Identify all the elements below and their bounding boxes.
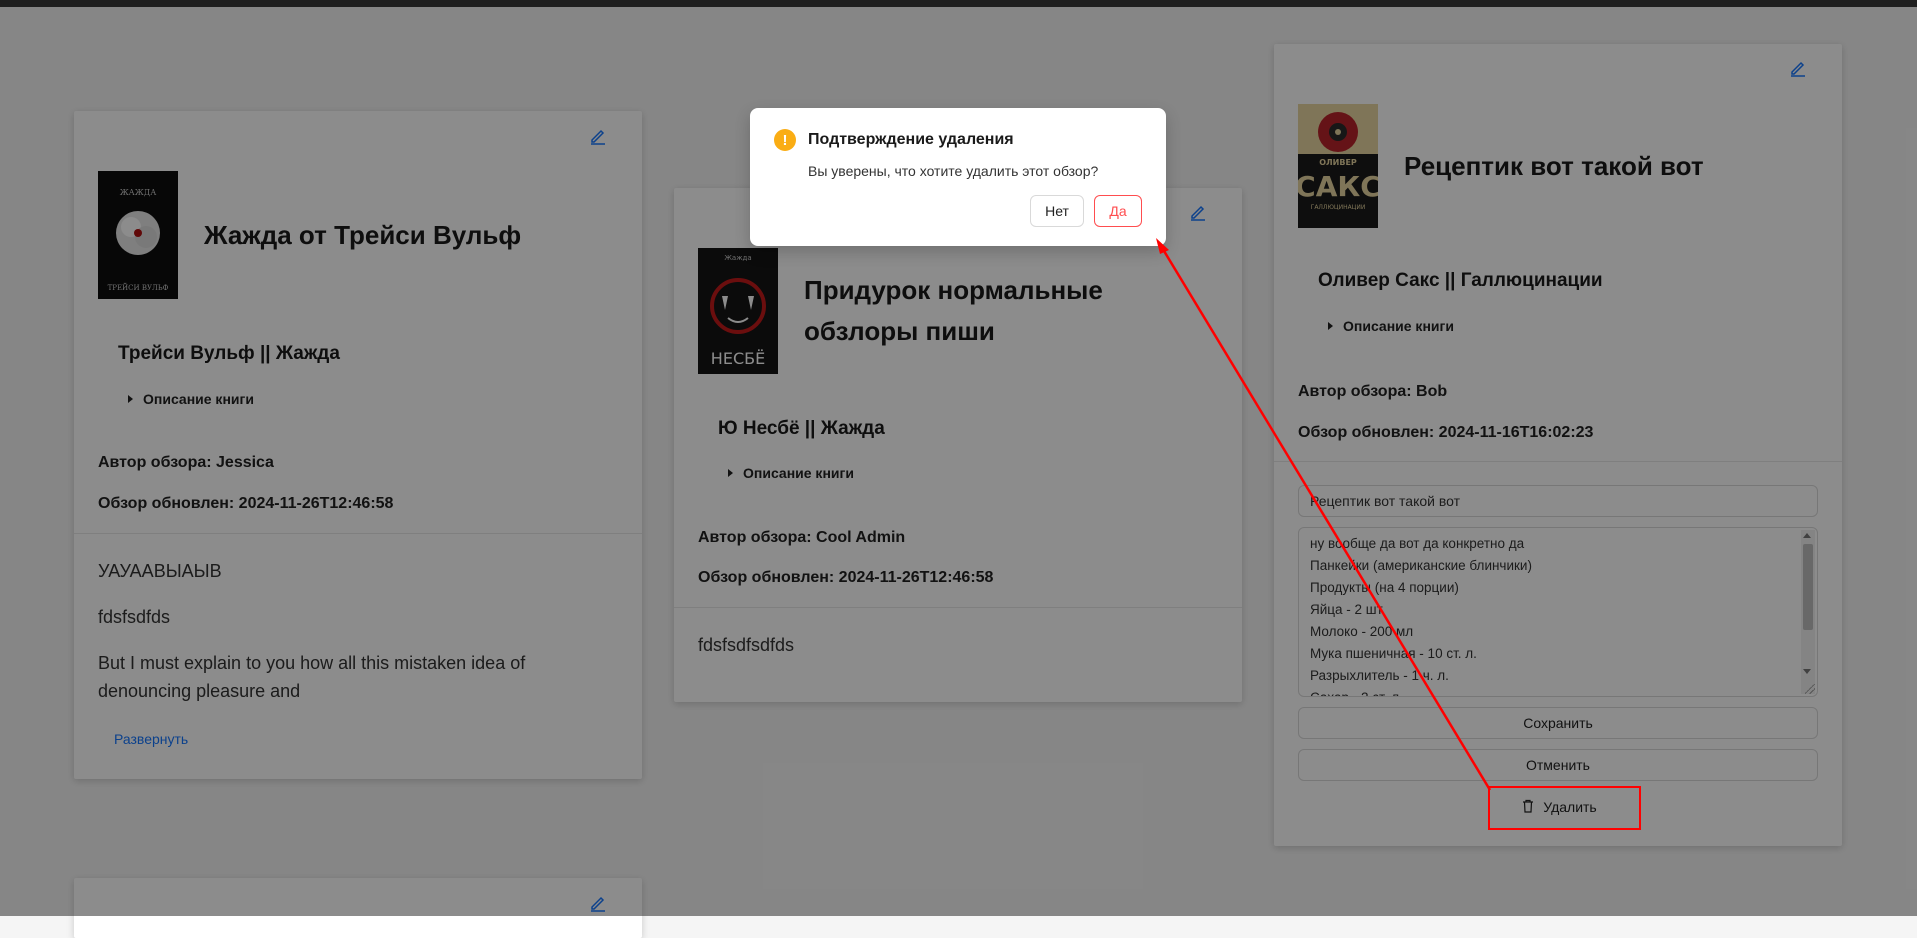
- annotation-arrow: [1156, 238, 1492, 791]
